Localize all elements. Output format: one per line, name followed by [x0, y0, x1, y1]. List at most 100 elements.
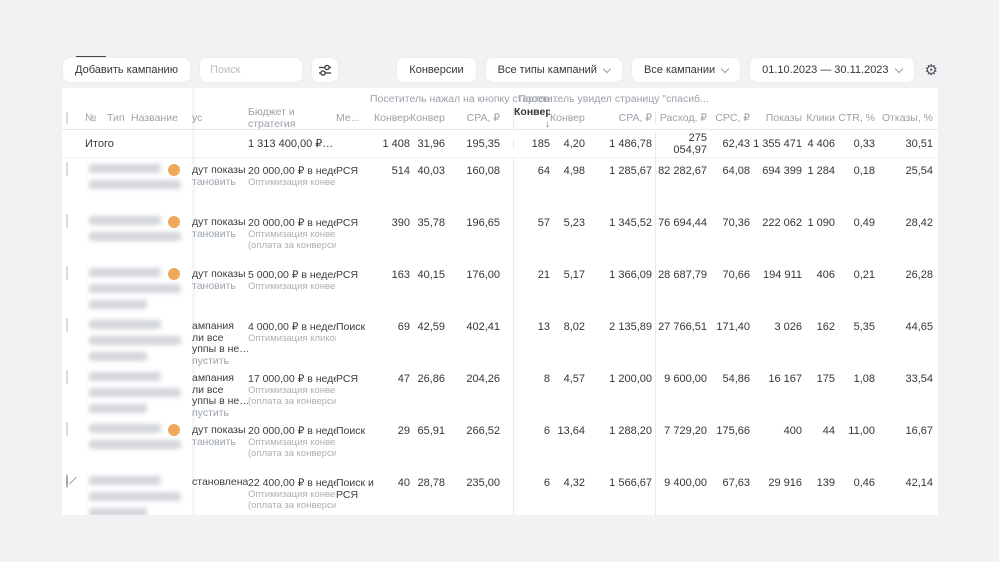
- cpc-cell: 54,86: [707, 366, 750, 418]
- status-action-link[interactable]: пустить: [192, 408, 248, 419]
- conv-b-cell: 28,78: [410, 470, 445, 515]
- col-place[interactable]: Ме...: [336, 112, 374, 124]
- campaign-name-blurred[interactable]: [89, 267, 186, 314]
- col-conv-b[interactable]: Конверс...: [410, 112, 445, 124]
- cost-cell: 27 766,51: [655, 314, 707, 366]
- row-checkbox[interactable]: [66, 422, 68, 436]
- filter-button[interactable]: [311, 57, 339, 83]
- conv-a-cell: 390: [374, 210, 410, 262]
- toolbar-right: Конверсии Все типы кампаний Все кампании…: [396, 57, 938, 83]
- campaign-status-dot-icon: [168, 216, 180, 228]
- status-action-link[interactable]: тановить: [192, 177, 248, 189]
- bounce-cell: 25,54: [875, 158, 933, 210]
- conv-a-cell: 47: [374, 366, 410, 418]
- col-number[interactable]: №: [85, 112, 107, 124]
- col-clicks[interactable]: Клики: [802, 112, 835, 124]
- campaign-name-cell: [62, 314, 192, 366]
- tune-icon: [318, 63, 332, 77]
- col-cpc[interactable]: CPC, ₽: [707, 112, 750, 124]
- campaign-name-blurred[interactable]: [89, 475, 186, 515]
- totals-cpc: 62,43: [707, 138, 750, 150]
- col-cpa-a[interactable]: CPA, ₽: [445, 112, 500, 124]
- col-conv-d[interactable]: Конверс...: [550, 112, 585, 124]
- impressions-cell: 694 399: [750, 158, 802, 210]
- row-checkbox[interactable]: [66, 318, 68, 332]
- totals-conv-d: 4,20: [550, 138, 585, 150]
- ctr-cell: 5,35: [835, 314, 875, 366]
- col-conv-c-label: Конверс...: [514, 106, 550, 118]
- blocked-icon: [66, 474, 68, 488]
- placement-cell: РСЯ: [336, 210, 374, 262]
- col-name[interactable]: Название: [131, 112, 192, 124]
- col-bounce[interactable]: Отказы, %: [875, 112, 933, 124]
- budget-value: 5 000,00 ₽ в неделю: [248, 269, 336, 281]
- col-budget[interactable]: Бюджет и стратегия: [248, 106, 336, 130]
- status-action-link[interactable]: пустить: [192, 356, 248, 367]
- add-campaign-button[interactable]: Добавить кампанию: [62, 57, 191, 83]
- col-type[interactable]: Тип: [107, 112, 131, 124]
- col-status[interactable]: ус: [192, 112, 248, 124]
- campaigns-dashboard: Добавить кампанию Конверсии Все типы кам…: [0, 0, 999, 562]
- totals-cpa-a: 195,35: [445, 138, 500, 150]
- ctr-cell: 0,46: [835, 470, 875, 515]
- chevron-down-icon: [603, 64, 611, 72]
- campaign-name-blurred[interactable]: [89, 215, 186, 262]
- conv-d-cell: 4,32: [550, 470, 585, 515]
- conv-c-cell: 21: [513, 262, 550, 314]
- campaign-type-select[interactable]: Все типы кампаний: [485, 57, 623, 83]
- campaign-status-dot-icon: [168, 268, 180, 280]
- col-cost[interactable]: Расход, ₽: [655, 112, 707, 124]
- row-checkbox[interactable]: [66, 214, 68, 228]
- strategy-label: Оптимизация кликов: [248, 333, 336, 344]
- date-range-select[interactable]: 01.10.2023 — 30.11.2023: [749, 57, 914, 83]
- campaign-name-blurred[interactable]: [89, 163, 186, 210]
- strategy-note: (оплата за конверсии): [248, 448, 336, 459]
- row-checkbox[interactable]: [66, 266, 68, 280]
- strategy-label: Оптимизация конверсий: [248, 489, 336, 500]
- row-checkbox[interactable]: [66, 370, 68, 384]
- conv-d-cell: 5,17: [550, 262, 585, 314]
- conv-d-cell: 8,02: [550, 314, 585, 366]
- status-action-link[interactable]: тановить: [192, 437, 248, 449]
- placement-cell: Поиск: [336, 314, 374, 366]
- placement-cell: Поиск: [336, 418, 374, 470]
- campaign-select-value: Все кампании: [644, 64, 715, 76]
- conv-b-cell: 35,78: [410, 210, 445, 262]
- col-impressions[interactable]: Показы: [750, 112, 802, 124]
- status-action-link[interactable]: тановить: [192, 229, 248, 241]
- table-row: ампанияли всеуппы в не… пустить 4 000,00…: [62, 314, 938, 366]
- budget-cell: 4 000,00 ₽ в неделю Оптимизация кликов: [248, 314, 336, 366]
- budget-value: 4 000,00 ₽ в неделю: [248, 321, 336, 333]
- campaign-name-blurred[interactable]: [89, 423, 186, 470]
- totals-ctr: 0,33: [835, 138, 875, 150]
- totals-conv-b: 31,96: [410, 138, 445, 150]
- table-body: дут показы тановить 20 000,00 ₽ в неделю…: [62, 158, 938, 515]
- col-conv-a[interactable]: Конверс...: [374, 112, 410, 124]
- conv-d-cell: 13,64: [550, 418, 585, 470]
- totals-cpa-b: 1 486,78: [585, 138, 652, 150]
- placement-cell: РСЯ: [336, 158, 374, 210]
- select-all-checkbox[interactable]: [66, 112, 68, 124]
- conv-a-cell: 40: [374, 470, 410, 515]
- conv-c-cell: 6: [513, 470, 550, 515]
- ctr-cell: 0,21: [835, 262, 875, 314]
- campaign-name-blurred[interactable]: [89, 371, 186, 418]
- cpa-a-cell: 402,41: [445, 314, 500, 366]
- conv-b-cell: 26,86: [410, 366, 445, 418]
- row-checkbox[interactable]: [66, 162, 68, 176]
- ctr-cell: 1,08: [835, 366, 875, 418]
- campaigns-table: Посетитель нажал на кнопку стартов... По…: [62, 88, 938, 515]
- cpa-b-cell: 1 200,00: [585, 366, 652, 418]
- status-action-link[interactable]: тановить: [192, 281, 248, 293]
- search-input[interactable]: [199, 57, 303, 83]
- gear-icon[interactable]: ⚙: [923, 63, 938, 78]
- col-conv-c-sorted[interactable]: Конверс... ↓: [513, 106, 550, 130]
- totals-clicks: 4 406: [802, 138, 835, 150]
- col-cpa-b[interactable]: CPA, ₽: [585, 112, 652, 124]
- totals-label: Итого: [62, 138, 192, 150]
- campaign-name-blurred[interactable]: [89, 319, 186, 366]
- conversions-button[interactable]: Конверсии: [396, 57, 476, 83]
- campaign-select[interactable]: Все кампании: [631, 57, 741, 83]
- budget-value: 20 000,00 ₽ в неделю: [248, 217, 336, 229]
- col-ctr[interactable]: CTR, %: [835, 112, 875, 124]
